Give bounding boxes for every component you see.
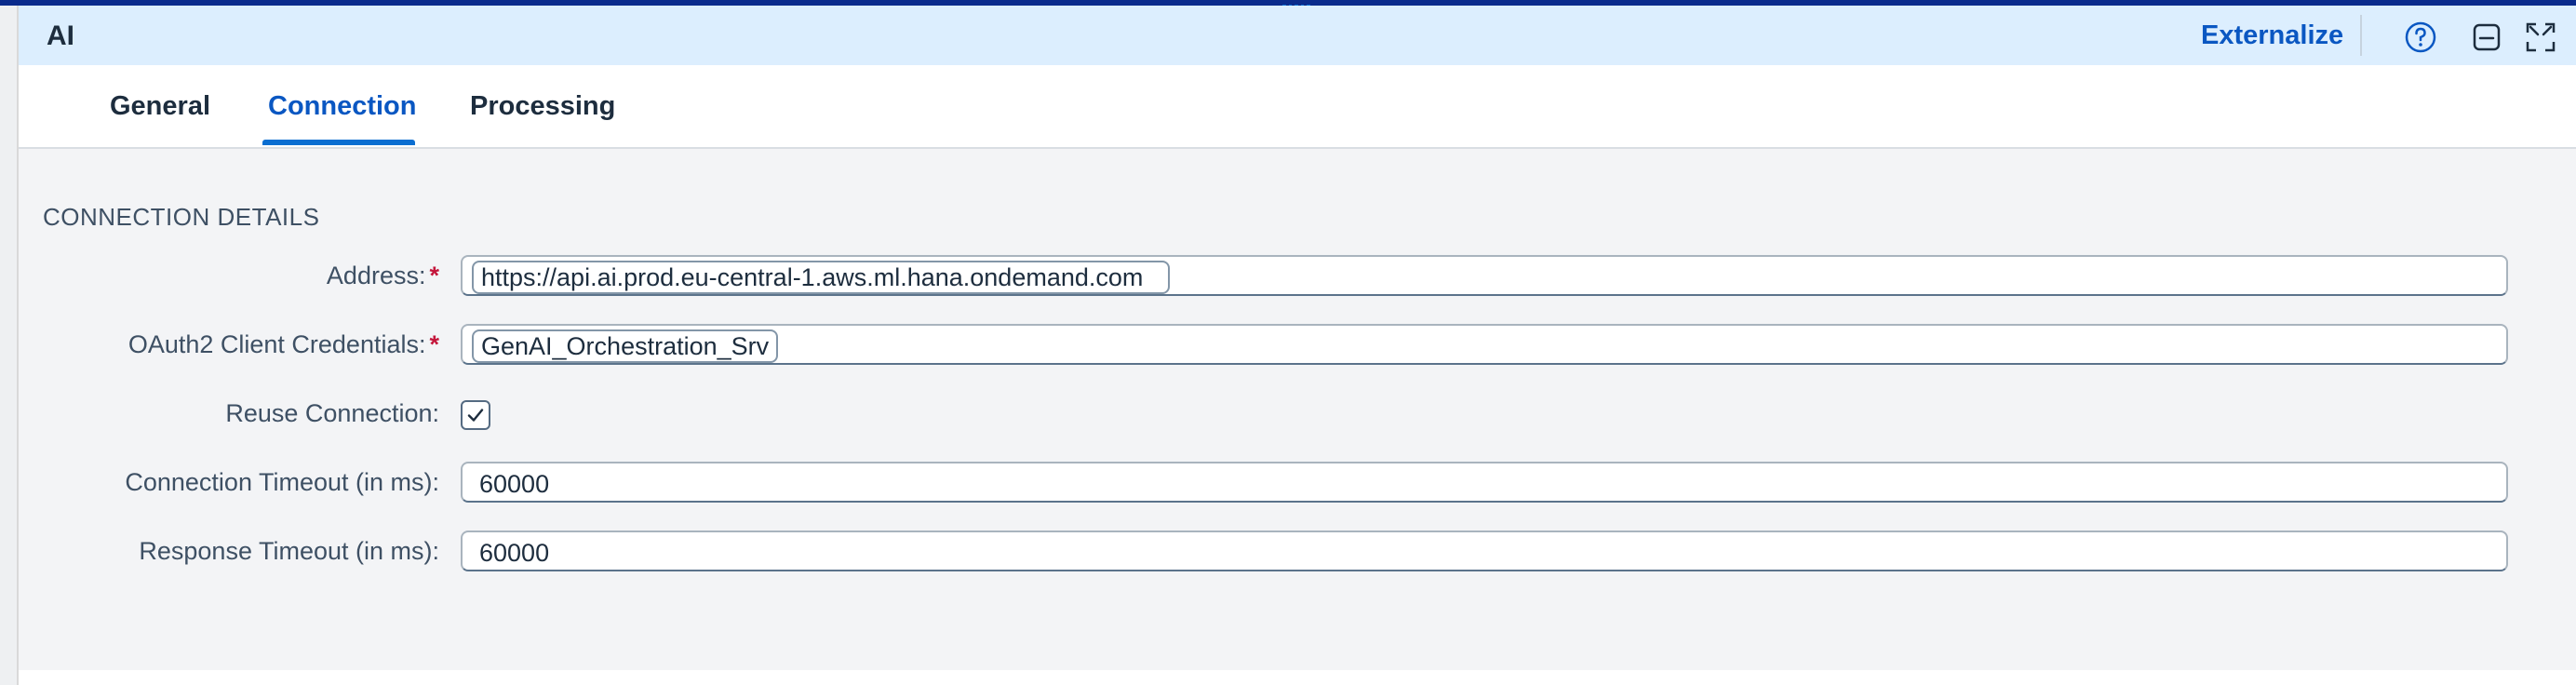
dialog-header: AI Externalize: [19, 6, 2576, 65]
panel-bottom-strip: [19, 670, 2576, 685]
resp-timeout-label-wrap: Response Timeout (in ms):: [19, 537, 439, 574]
dialog-title: AI: [47, 20, 74, 51]
tab-processing[interactable]: Processing: [470, 91, 615, 122]
help-icon[interactable]: [2404, 20, 2437, 54]
externalize-button[interactable]: Externalize: [2201, 20, 2343, 51]
oauth-label: OAuth2 Client Credentials: *: [128, 330, 439, 359]
fullscreen-icon[interactable]: [2524, 20, 2557, 54]
tab-connection[interactable]: Connection: [268, 91, 417, 122]
tab-general[interactable]: General: [110, 91, 210, 122]
required-marker: *: [429, 330, 439, 358]
required-marker: *: [429, 262, 439, 289]
section-title: CONNECTION DETAILS: [43, 203, 320, 231]
minimize-icon[interactable]: [2470, 20, 2503, 54]
response-timeout-input[interactable]: 60000: [461, 531, 2508, 571]
window-left-edge: [0, 0, 19, 685]
oauth-credentials-field[interactable]: GenAI_Orchestration_Srv: [461, 324, 2508, 365]
reuse-connection-label: Reuse Connection:: [225, 399, 439, 427]
conn-timeout-label-wrap: Connection Timeout (in ms):: [19, 468, 439, 505]
address-label-wrap: Address: *: [19, 262, 439, 299]
response-timeout-value: 60000: [479, 539, 550, 567]
address-token[interactable]: https://api.ai.prod.eu-central-1.aws.ml.…: [472, 261, 1170, 294]
address-label: Address: *: [327, 262, 439, 290]
oauth-label-text: OAuth2 Client Credentials:: [127, 330, 426, 358]
address-label-text: Address:: [326, 262, 426, 289]
oauth-label-wrap: OAuth2 Client Credentials: *: [19, 330, 439, 368]
oauth-credentials-token[interactable]: GenAI_Orchestration_Srv: [472, 329, 779, 363]
connection-panel: CONNECTION DETAILS Address: * https://api…: [19, 149, 2576, 670]
connection-timeout-label: Connection Timeout (in ms):: [125, 468, 439, 496]
checkmark-icon: [467, 409, 484, 422]
reuse-label-wrap: Reuse Connection:: [19, 399, 439, 437]
response-timeout-label: Response Timeout (in ms):: [139, 537, 439, 565]
tab-bar: General Connection Processing: [19, 65, 2576, 149]
active-tab-indicator: [262, 140, 415, 145]
connection-timeout-input[interactable]: 60000: [461, 462, 2508, 503]
reuse-connection-checkbox[interactable]: [461, 400, 490, 430]
header-divider: [2360, 15, 2362, 56]
address-field[interactable]: https://api.ai.prod.eu-central-1.aws.ml.…: [461, 255, 2508, 296]
connection-timeout-value: 60000: [479, 470, 550, 498]
